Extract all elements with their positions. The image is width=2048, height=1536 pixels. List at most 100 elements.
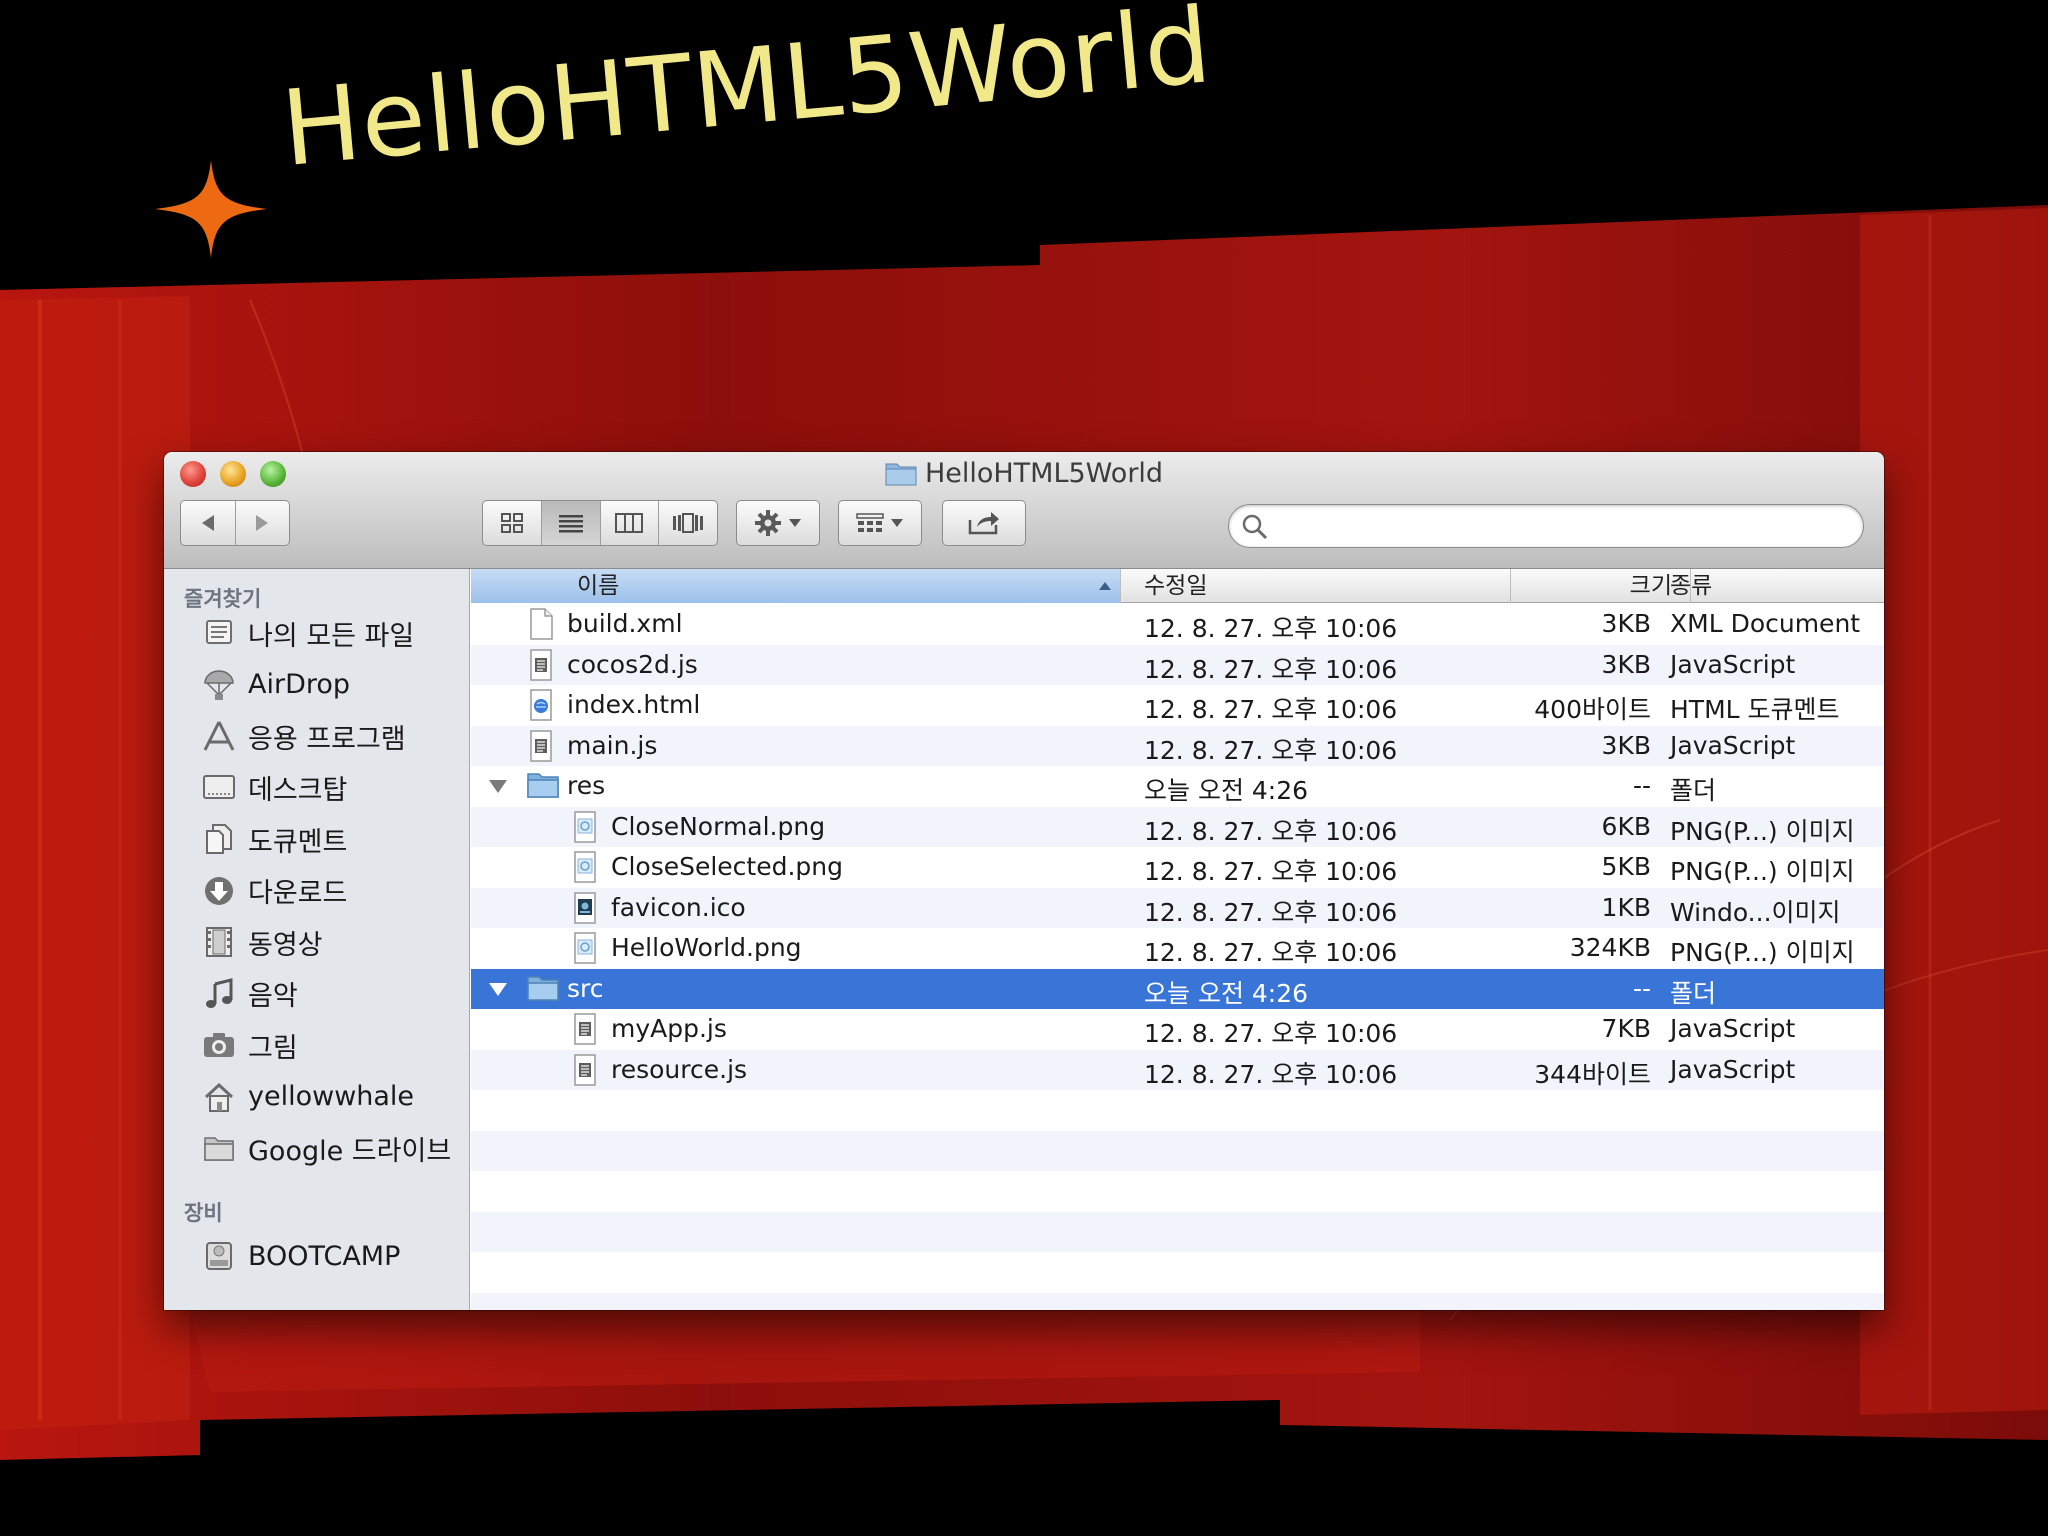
view-mode-control bbox=[482, 500, 718, 546]
file-row[interactable]: main.js 12. 8. 27. 오후 10:06 3KB JavaScript bbox=[471, 725, 1884, 766]
file-date: 12. 8. 27. 오후 10:06 bbox=[1144, 654, 1398, 684]
movies-icon bbox=[200, 924, 238, 960]
file-date: 12. 8. 27. 오후 10:06 bbox=[1144, 735, 1398, 765]
js-file-icon bbox=[526, 648, 556, 681]
file-name: resource.js bbox=[611, 1054, 748, 1084]
file-row[interactable]: CloseNormal.png 12. 8. 27. 오후 10:06 6KB PNG… bbox=[471, 806, 1884, 847]
column-header-size[interactable]: 크기 bbox=[1511, 569, 1691, 603]
png-file-icon bbox=[570, 851, 600, 883]
file-name: index.html bbox=[567, 690, 701, 719]
sidebar-item-device-0[interactable]: BOOTCAMP bbox=[200, 1234, 400, 1278]
sidebar-item-label: AirDrop bbox=[248, 669, 351, 700]
file-date: 12. 8. 27. 오후 10:06 bbox=[1144, 857, 1398, 886]
file-size: 5KB bbox=[1601, 852, 1651, 881]
downloads-icon bbox=[200, 873, 238, 909]
sidebar-item-label: 동영상 bbox=[248, 929, 323, 961]
sidebar-item-favorite-5[interactable]: 다운로드 bbox=[200, 869, 347, 913]
arrange-menu-button[interactable] bbox=[838, 500, 922, 546]
empty-row bbox=[471, 1292, 1884, 1310]
list-view-button[interactable] bbox=[541, 501, 601, 545]
airdrop-icon bbox=[200, 667, 238, 703]
action-menu-button[interactable] bbox=[736, 500, 820, 546]
file-kind: HTML 도큐멘트 bbox=[1670, 695, 1840, 724]
icon-view-icon bbox=[500, 513, 523, 533]
sidebar-item-favorite-8[interactable]: 그림 bbox=[200, 1023, 298, 1067]
file-name: CloseNormal.png bbox=[611, 811, 826, 841]
js-file-icon bbox=[570, 1053, 600, 1086]
back-arrow-icon bbox=[201, 515, 214, 531]
empty-row bbox=[471, 1171, 1884, 1212]
home-icon bbox=[200, 1079, 238, 1115]
file-date: 오늘 오전 4:26 bbox=[1144, 776, 1309, 805]
file-size: 1KB bbox=[1601, 892, 1651, 922]
file-date: 12. 8. 27. 오후 10:06 bbox=[1144, 897, 1398, 927]
sidebar-item-favorite-6[interactable]: 동영상 bbox=[200, 920, 323, 964]
file-kind: JavaScript bbox=[1670, 649, 1796, 679]
back-button[interactable] bbox=[181, 501, 236, 545]
arrange-grid-icon bbox=[856, 513, 884, 532]
sidebar-item-favorite-9[interactable]: yellowwhale bbox=[200, 1075, 414, 1119]
column-header-kind[interactable]: 종류 bbox=[1670, 569, 1884, 603]
sidebar-heading-devices: 장비 bbox=[184, 1201, 223, 1225]
share-icon bbox=[968, 512, 999, 535]
file-row[interactable]: build.xml 12. 8. 27. 오후 10:06 3KB XML Docum… bbox=[471, 604, 1884, 645]
file-date: 12. 8. 27. 오후 10:06 bbox=[1144, 816, 1398, 846]
disclosure-triangle-icon[interactable] bbox=[487, 977, 509, 999]
empty-row bbox=[471, 1130, 1884, 1171]
sidebar-item-favorite-10[interactable]: Google 드라이브 bbox=[200, 1126, 451, 1170]
file-row[interactable]: favicon.ico 12. 8. 27. 오후 10:06 1KB Windo..… bbox=[471, 887, 1884, 928]
ico-file-icon bbox=[570, 891, 600, 924]
empty-row bbox=[471, 1252, 1884, 1293]
sidebar-item-label: 다운로드 bbox=[248, 878, 348, 909]
file-row[interactable]: myApp.js 12. 8. 27. 오후 10:06 7KB JavaScript bbox=[471, 1009, 1884, 1050]
dropdown-triangle-icon bbox=[789, 519, 801, 527]
window-title: HelloHTML5World bbox=[164, 458, 1884, 489]
sidebar-item-favorite-0[interactable]: 나의 모든 파일 bbox=[200, 611, 414, 655]
column-header-date[interactable]: 수정일 bbox=[1121, 569, 1511, 603]
sidebar-item-label: 데스크탑 bbox=[248, 775, 348, 806]
xml-file-icon bbox=[526, 608, 556, 640]
sidebar-item-label: 나의 모든 파일 bbox=[248, 620, 415, 652]
cover-flow-icon bbox=[673, 513, 704, 533]
file-size: 400바이트 bbox=[1534, 695, 1651, 724]
sidebar-item-favorite-1[interactable]: AirDrop bbox=[200, 663, 350, 707]
column-header-name[interactable]: 이름 bbox=[471, 569, 1121, 603]
column-header-date-label: 수정일 bbox=[1144, 573, 1208, 599]
html-file-icon bbox=[526, 689, 556, 721]
file-kind: XML Document bbox=[1670, 609, 1861, 638]
file-kind: Windo...이미지 bbox=[1670, 897, 1841, 927]
file-row[interactable]: index.html 12. 8. 27. 오후 10:06 400바이트 HTML … bbox=[471, 685, 1884, 726]
sidebar-item-favorite-3[interactable]: 데스크탑 bbox=[200, 766, 347, 810]
sidebar-item-label: 음악 bbox=[248, 981, 298, 1012]
forward-button[interactable] bbox=[236, 501, 290, 545]
sidebar-item-label: Google 드라이브 bbox=[248, 1135, 452, 1167]
icon-view-button[interactable] bbox=[483, 501, 542, 545]
search-input[interactable] bbox=[1275, 511, 1845, 541]
sidebar-item-favorite-7[interactable]: 음악 bbox=[200, 972, 298, 1016]
back-forward-control bbox=[180, 500, 290, 546]
empty-row bbox=[471, 1211, 1884, 1252]
gear-icon bbox=[755, 510, 781, 536]
column-view-button[interactable] bbox=[601, 501, 660, 545]
file-date: 오늘 오전 4:26 bbox=[1144, 978, 1309, 1008]
disclosure-triangle-icon[interactable] bbox=[487, 774, 509, 796]
sidebar-item-label: yellowwhale bbox=[248, 1081, 415, 1112]
share-button[interactable] bbox=[942, 500, 1026, 546]
cover-flow-view-button[interactable] bbox=[659, 501, 717, 545]
sidebar-item-favorite-4[interactable]: 도큐멘트 bbox=[200, 817, 347, 861]
file-date: 12. 8. 27. 오후 10:06 bbox=[1144, 1059, 1398, 1089]
search-field[interactable] bbox=[1228, 504, 1864, 548]
file-row[interactable]: HelloWorld.png 12. 8. 27. 오후 10:06 324KB PN… bbox=[471, 928, 1884, 969]
file-size: 6KB bbox=[1601, 811, 1651, 841]
file-row[interactable]: CloseSelected.png 12. 8. 27. 오후 10:06 5KB P… bbox=[471, 847, 1884, 888]
sidebar-item-favorite-2[interactable]: 응용 프로그램 bbox=[200, 714, 406, 758]
file-size: 3KB bbox=[1601, 730, 1651, 760]
disk-icon bbox=[200, 1238, 238, 1274]
file-kind: 폴더 bbox=[1670, 776, 1717, 805]
file-row[interactable]: res 오늘 오전 4:26 -- 폴더 bbox=[471, 766, 1884, 807]
file-row[interactable]: resource.js 12. 8. 27. 오후 10:06 344바이트 Java… bbox=[471, 1049, 1884, 1090]
file-row[interactable]: src 오늘 오전 4:26 -- 폴더 bbox=[471, 968, 1884, 1009]
png-file-icon bbox=[570, 932, 600, 964]
file-row[interactable]: cocos2d.js 12. 8. 27. 오후 10:06 3KB JavaScri… bbox=[471, 644, 1884, 685]
applications-icon bbox=[200, 718, 238, 754]
